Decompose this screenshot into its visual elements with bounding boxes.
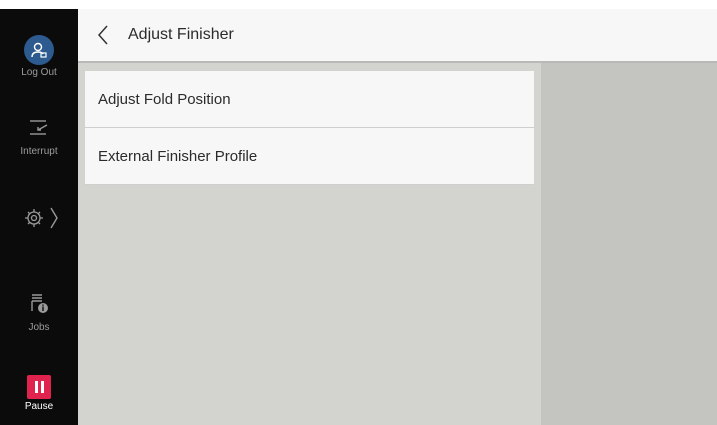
jobs-icon [0, 289, 78, 320]
logout-button[interactable]: Log Out [0, 35, 78, 78]
device-settings-button[interactable] [0, 205, 78, 236]
interrupt-label: Interrupt [20, 146, 58, 157]
pause-label: Pause [24, 401, 54, 412]
list-item-label: Adjust Fold Position [98, 90, 231, 108]
back-arrow-icon [97, 25, 108, 45]
app-frame: Log Out Interrupt Jobs Pause Adjust Fini… [0, 0, 717, 425]
sidebar: Log Out Interrupt Jobs Pause [0, 9, 78, 425]
header-bar: Adjust Finisher [78, 9, 717, 63]
jobs-label: Jobs [28, 322, 50, 333]
list-item-label: External Finisher Profile [98, 147, 258, 165]
external-finisher-profile-item[interactable]: External Finisher Profile [85, 128, 534, 185]
logout-label: Log Out [21, 67, 57, 78]
main-content: Adjust Fold Position External Finisher P… [78, 63, 541, 425]
pause-icon [27, 375, 51, 399]
menu-list: Adjust Fold Position External Finisher P… [85, 71, 534, 185]
interrupt-button[interactable]: Interrupt [0, 117, 78, 157]
page-title: Adjust Finisher [128, 26, 234, 43]
back-button[interactable] [92, 21, 114, 49]
gear-icon [25, 209, 43, 227]
detail-pane [541, 63, 717, 425]
chevron-right-icon [50, 207, 58, 229]
interrupt-icon [0, 117, 78, 144]
jobs-button[interactable]: Jobs [0, 289, 78, 333]
user-icon [24, 35, 54, 65]
pause-button[interactable]: Pause [0, 375, 78, 412]
adjust-fold-position-item[interactable]: Adjust Fold Position [85, 71, 534, 128]
